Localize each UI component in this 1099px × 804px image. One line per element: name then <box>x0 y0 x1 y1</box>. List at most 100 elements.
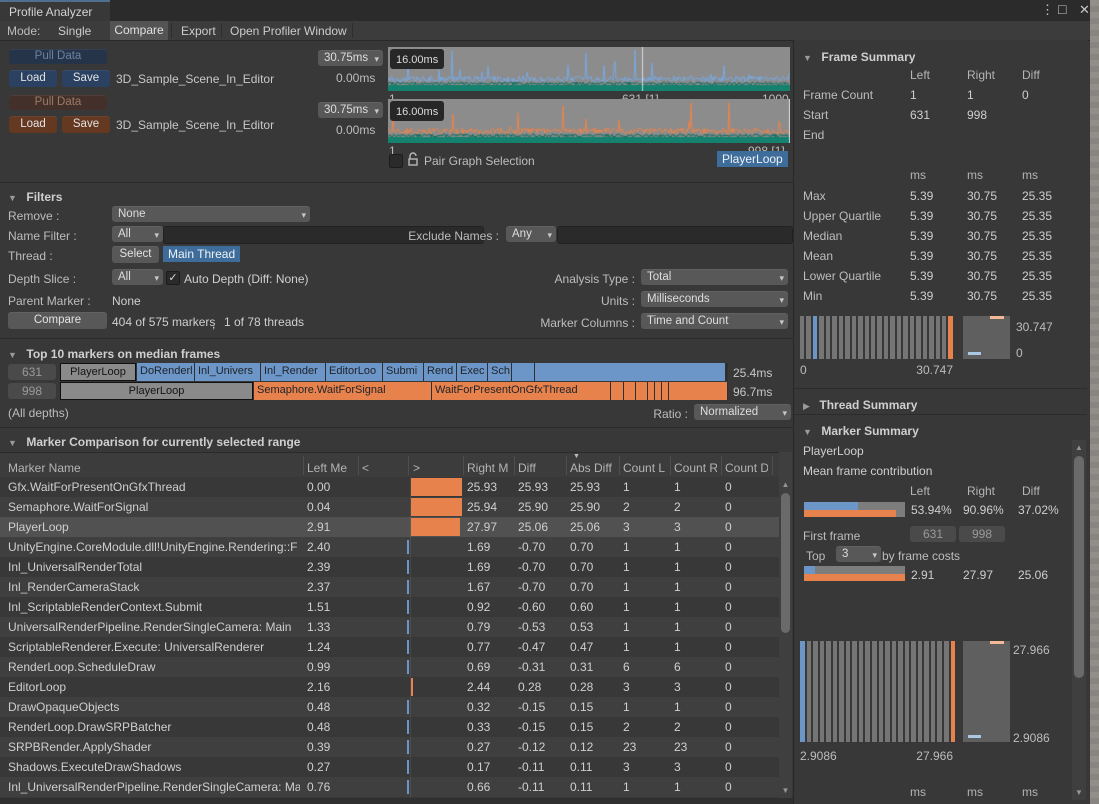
graph-bottom-scale-dropdown[interactable]: 30.75ms <box>318 102 383 118</box>
graph-bottom[interactable]: 16.00ms <box>388 99 790 143</box>
table-row[interactable]: UniversalRenderPipeline.RenderSingleCame… <box>0 617 779 637</box>
scroll-down-icon[interactable]: ▼ <box>1072 787 1086 799</box>
top10-marker-segment[interactable] <box>512 363 534 381</box>
table-row[interactable]: Inl_ScriptableRenderContext.Submit1.510.… <box>0 597 779 617</box>
pair-graph-selection-checkbox[interactable] <box>389 154 403 168</box>
top10-marker-segment[interactable]: Sch <box>488 363 511 381</box>
thread-select-button[interactable]: Select <box>112 246 159 263</box>
graph-top-scale-dropdown[interactable]: 30.75ms <box>318 50 383 66</box>
column-header--[interactable]: < <box>362 461 404 475</box>
window-menu-icon[interactable]: ⋮ <box>1041 2 1054 18</box>
table-row[interactable]: RenderLoop.ScheduleDraw0.990.69-0.310.31… <box>0 657 779 677</box>
first-frame-right-button[interactable]: 998 <box>959 526 1005 542</box>
filters-header[interactable]: ▼ Filters <box>8 188 62 206</box>
top10-marker-segment[interactable]: Rend <box>424 363 456 381</box>
depth-slice-dropdown[interactable]: All <box>112 269 163 285</box>
top10-marker-segment[interactable] <box>662 382 668 400</box>
load-left-button[interactable]: Load <box>9 70 57 87</box>
column-header-right-m[interactable]: Right M <box>467 461 510 475</box>
top10-marker-segment[interactable]: WaitForPresentOnGfxThread <box>432 382 610 400</box>
column-header-marker-name[interactable]: Marker Name <box>8 461 299 475</box>
open-profiler-window-button[interactable]: Open Profiler Window <box>230 24 347 38</box>
table-row[interactable]: Inl_UniversalRenderTotal2.391.69-0.700.7… <box>0 557 779 577</box>
thread-summary-header[interactable]: ▶ Thread Summary <box>803 396 917 414</box>
auto-depth-checkbox[interactable]: ✓ <box>166 271 180 285</box>
graph-top[interactable]: 16.00ms <box>388 47 790 91</box>
column-header-diff[interactable]: Diff <box>518 461 562 475</box>
name-filter-mode-dropdown[interactable]: All <box>112 226 163 242</box>
top10-marker-segment[interactable]: Exec <box>457 363 487 381</box>
table-row[interactable]: Inl_RenderCameraStack2.371.67-0.700.7011… <box>0 577 779 597</box>
marker-columns-dropdown[interactable]: Time and Count <box>641 313 788 329</box>
top10-frame-chip[interactable]: 631 <box>8 364 56 380</box>
column-header-count-l[interactable]: Count L <box>623 461 666 475</box>
exclude-mode-dropdown[interactable]: Any <box>506 226 556 242</box>
tab-profile-analyzer[interactable]: Profile Analyzer <box>0 0 110 21</box>
top10-header[interactable]: ▼ Top 10 markers on median frames <box>8 345 220 363</box>
table-row[interactable]: PlayerLoop2.9127.9725.0625.06330 <box>0 517 779 537</box>
marker-summary-boxplot[interactable] <box>963 641 1010 742</box>
marker-summary-header[interactable]: ▼ Marker Summary <box>803 422 919 440</box>
top10-marker-segment[interactable]: Inl_Univers <box>195 363 260 381</box>
graph-bottom-threshold-badge[interactable]: 16.00ms <box>390 101 444 121</box>
top10-marker-segment[interactable] <box>624 382 635 400</box>
top10-marker-segment[interactable]: Submi <box>383 363 423 381</box>
top10-marker-segment[interactable] <box>636 382 647 400</box>
table-row[interactable]: DrawOpaqueObjects0.480.32-0.150.15110 <box>0 697 779 717</box>
top10-marker-segment[interactable]: PlayerLoop <box>60 363 136 381</box>
pull-data-left-button[interactable]: Pull Data <box>9 49 107 64</box>
table-row[interactable]: SRPBRender.ApplyShader0.390.27-0.120.122… <box>0 737 779 757</box>
top10-marker-segment[interactable] <box>611 382 623 400</box>
thread-value-chip[interactable]: Main Thread <box>163 246 240 262</box>
table-row[interactable]: UnityEngine.CoreModule.dll!UnityEngine.R… <box>0 537 779 557</box>
marker-comparison-header[interactable]: ▼ Marker Comparison for currently select… <box>8 433 300 451</box>
scroll-up-icon[interactable]: ▲ <box>1072 440 1086 454</box>
maximize-icon[interactable]: □ <box>1058 1 1066 17</box>
column-header-abs-diff[interactable]: Abs Diff <box>570 461 615 475</box>
marker-summary-histogram[interactable] <box>800 641 955 742</box>
table-row[interactable]: ScriptableRenderer.Execute: UniversalRen… <box>0 637 779 657</box>
table-row[interactable]: Gfx.WaitForPresentOnGfxThread0.0025.9325… <box>0 477 779 497</box>
top-n-dropdown[interactable]: 3 <box>836 546 881 562</box>
top10-marker-segment[interactable] <box>669 382 727 400</box>
top10-marker-segment[interactable]: EditorLoo <box>326 363 382 381</box>
first-frame-left-button[interactable]: 631 <box>910 526 956 542</box>
comparison-scrollbar[interactable]: ▲ ▼ <box>779 452 792 798</box>
analysis-type-dropdown[interactable]: Total <box>641 269 788 285</box>
table-row[interactable]: Inl_UniversalRenderPipeline.RenderSingle… <box>0 777 779 797</box>
pull-data-right-button[interactable]: Pull Data <box>9 95 107 110</box>
right-panel-scrollbar[interactable]: ▲ ▼ <box>1072 440 1086 800</box>
load-right-button[interactable]: Load <box>9 116 57 133</box>
scrollbar-thumb[interactable] <box>781 493 790 633</box>
table-row[interactable]: RenderLoop.DrawSRPBatcher0.480.33-0.150.… <box>0 717 779 737</box>
column-header-count-r[interactable]: Count R <box>674 461 717 475</box>
remove-dropdown[interactable]: None <box>112 206 310 222</box>
exclude-names-input[interactable] <box>557 226 793 244</box>
ratio-dropdown[interactable]: Normalized <box>694 404 791 420</box>
table-row[interactable]: EditorLoop2.162.440.280.28330 <box>0 677 779 697</box>
column-header-left-me[interactable]: Left Me <box>307 461 354 475</box>
export-button[interactable]: Export <box>181 24 216 38</box>
mode-compare-button[interactable]: Compare <box>110 21 168 40</box>
scroll-up-icon[interactable]: ▲ <box>779 479 792 491</box>
column-header-count-d[interactable]: Count D <box>725 461 768 475</box>
top10-marker-segment[interactable] <box>655 382 661 400</box>
mode-single-button[interactable]: Single <box>58 24 91 38</box>
scroll-down-icon[interactable]: ▼ <box>779 785 792 797</box>
frame-summary-boxplot[interactable] <box>963 316 1010 359</box>
top10-marker-segment[interactable]: Inl_Render <box>261 363 325 381</box>
table-row[interactable]: Semaphore.WaitForSignal0.0425.9425.9025.… <box>0 497 779 517</box>
table-row[interactable]: Shadows.ExecuteDrawShadows0.270.17-0.110… <box>0 757 779 777</box>
close-icon[interactable]: ✕ <box>1079 2 1090 18</box>
compare-button[interactable]: Compare <box>8 312 107 329</box>
frame-summary-header[interactable]: ▼ Frame Summary <box>803 48 915 66</box>
top10-marker-segment[interactable] <box>535 363 725 381</box>
top10-frame-chip[interactable]: 998 <box>8 383 56 399</box>
column-header--[interactable]: > <box>413 461 459 475</box>
save-right-button[interactable]: Save <box>62 116 110 133</box>
top10-marker-segment[interactable]: Semaphore.WaitForSignal <box>254 382 431 400</box>
top10-marker-segment[interactable]: DoRenderl <box>137 363 194 381</box>
top10-marker-segment[interactable]: PlayerLoop <box>60 382 253 400</box>
top10-marker-segment[interactable] <box>648 382 654 400</box>
selected-marker-chip[interactable]: PlayerLoop <box>717 151 788 167</box>
